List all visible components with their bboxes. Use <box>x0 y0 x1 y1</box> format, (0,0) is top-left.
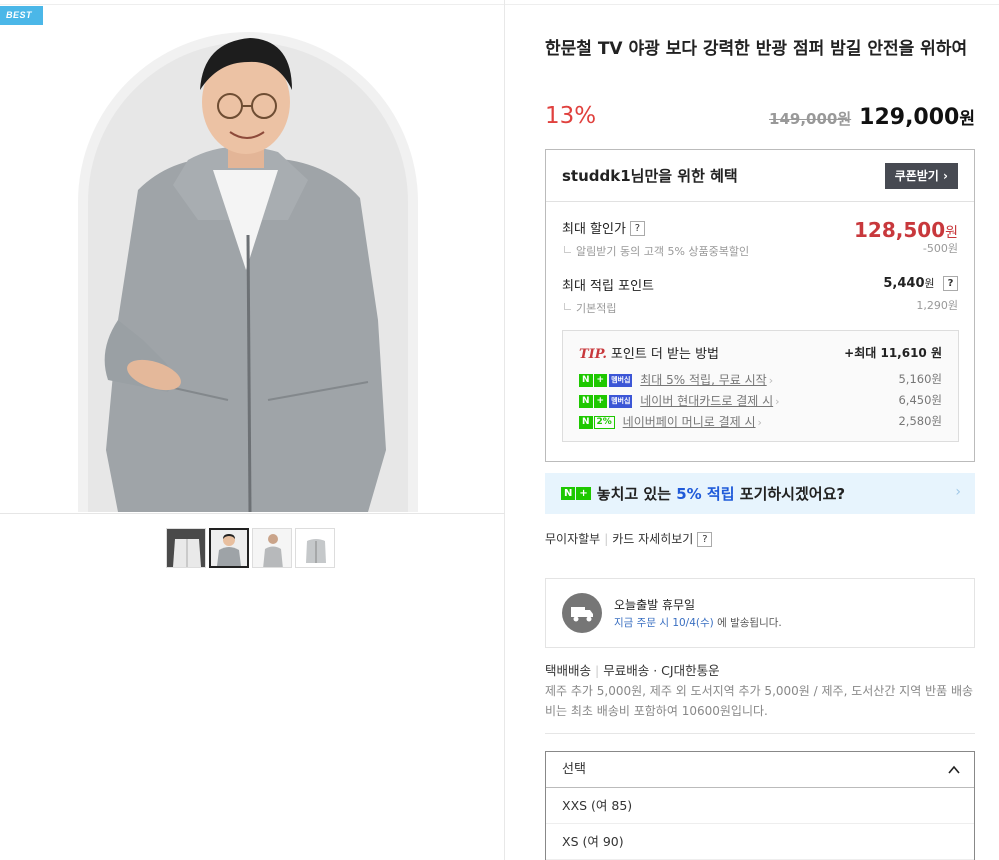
chevron-right-icon: › <box>775 395 780 408</box>
option-select[interactable]: 선택 XXS (여 85) XS (여 90) <box>545 751 975 860</box>
delivery-fee: 무료배송 · CJ대한통운 <box>603 663 720 678</box>
max-point-value: 5,440원 ? <box>883 275 958 291</box>
installment-link[interactable]: 무이자할부 <box>545 532 600 546</box>
chevron-up-icon <box>948 765 960 774</box>
shipping-title: 오늘출발 휴무일 <box>614 598 696 612</box>
delivery-note: 제주 추가 5,000원, 제주 외 도서지역 추가 5,000원 / 제주, … <box>545 684 974 718</box>
original-price: 149,000원 <box>769 110 852 128</box>
tip-row-membership[interactable]: N + 멤버십 최대 5% 적립, 무료 시작 › 5,160원 <box>579 371 942 389</box>
truck-icon <box>562 593 602 633</box>
gallery-divider <box>0 513 505 514</box>
base-point-row: 기본적립 1,290원 <box>562 297 958 316</box>
max-discount-label: 최대 할인가 <box>562 222 626 237</box>
delivery-type: 택배배송 <box>545 663 592 678</box>
shipping-box: 오늘출발 휴무일 지금 주문 시 10/4(수) 에 발송됩니다. <box>545 578 975 648</box>
chevron-right-icon: › <box>955 484 961 500</box>
shipping-sub: 지금 주문 시 10/4(수) 에 발송됩니다. <box>614 617 782 629</box>
plus-icon: + <box>576 487 591 500</box>
thumbnail-3[interactable] <box>252 528 292 568</box>
max-discount-sub-row: 알림받기 동의 고객 5% 상품중복할인 -500원 <box>562 240 958 259</box>
max-discount-price: 128,500원 <box>854 218 958 242</box>
option-item[interactable]: XXS (여 85) <box>546 788 974 824</box>
price-group: 149,000원 129,000원 <box>769 104 975 130</box>
naver-pay-badge: N 2% <box>579 416 615 429</box>
thumbnail-2[interactable] <box>209 528 249 568</box>
tip-row-money[interactable]: N 2% 네이버페이 머니로 결제 시 › 2,580원 <box>579 413 942 431</box>
discount-rate: 13% <box>545 103 597 129</box>
benefit-box: studdk1님만을 위한 혜택 쿠폰받기 › 최대 할인가? 128,500원… <box>545 149 975 462</box>
naver-plus-badge: N + 멤버십 <box>579 374 633 387</box>
naver-n-icon: N <box>561 487 576 500</box>
product-title: 한문철 TV 야광 보다 강력한 반광 점퍼 밤길 안전을 위하여 <box>545 39 968 59</box>
max-point-label: 최대 적립 포인트 <box>562 279 654 294</box>
help-icon[interactable]: ? <box>943 276 958 291</box>
max-discount-row: 최대 할인가? 128,500원 <box>562 218 958 242</box>
thumbnail-4[interactable] <box>295 528 335 568</box>
max-discount-sub-value: -500원 <box>922 242 958 255</box>
help-icon[interactable]: ? <box>697 532 713 547</box>
main-product-image[interactable] <box>78 20 418 512</box>
product-gallery: BEST <box>0 0 505 860</box>
banner-text: 놓치고 있는 5% 적립 포기하시겠어요? <box>596 485 846 503</box>
tip-total: +최대 11,610 원 <box>844 346 942 360</box>
base-point-label: 기본적립 <box>576 302 617 315</box>
card-info: 무이자할부 | 카드 자세히보기? <box>545 530 713 547</box>
help-icon[interactable]: ? <box>629 221 645 236</box>
max-discount-sub: 알림받기 동의 고객 5% 상품중복할인 <box>576 245 750 258</box>
option-item[interactable]: XS (여 90) <box>546 824 974 860</box>
max-point-row: 최대 적립 포인트 5,440원 ? <box>562 275 958 294</box>
thumbnail-1[interactable] <box>166 528 206 568</box>
coupon-button[interactable]: 쿠폰받기 › <box>884 162 958 189</box>
chevron-right-icon: › <box>943 168 948 183</box>
best-badge: BEST <box>0 6 43 25</box>
chevron-right-icon: › <box>757 416 762 429</box>
benefit-header: studdk1님만을 위한 혜택 쿠폰받기 › <box>546 150 974 202</box>
naver-plus-badge: N + 멤버십 <box>579 395 633 408</box>
thumbnail-strip <box>166 528 335 568</box>
tip-row-card[interactable]: N + 멤버십 네이버 현대카드로 결제 시 › 6,450원 <box>579 392 942 410</box>
naver-plus-banner[interactable]: N + 놓치고 있는 5% 적립 포기하시겠어요? › <box>545 473 975 514</box>
option-select-header[interactable]: 선택 <box>546 752 974 788</box>
base-point-value: 1,290원 <box>916 299 958 312</box>
tip-box: TIP. 포인트 더 받는 방법 +최대 11,610 원 N + 멤버십 최대 5%… <box>562 330 959 442</box>
delivery-info: 택배배송 | 무료배송 · CJ대한통운 <box>545 663 720 678</box>
divider <box>545 733 975 734</box>
chevron-right-icon: › <box>768 374 774 387</box>
benefit-heading: studdk1님만을 위한 혜택 <box>562 167 738 185</box>
model-figure <box>104 38 386 512</box>
sale-price: 129,000원 <box>859 105 975 130</box>
card-detail-link[interactable]: 카드 자세히보기 <box>612 532 693 546</box>
